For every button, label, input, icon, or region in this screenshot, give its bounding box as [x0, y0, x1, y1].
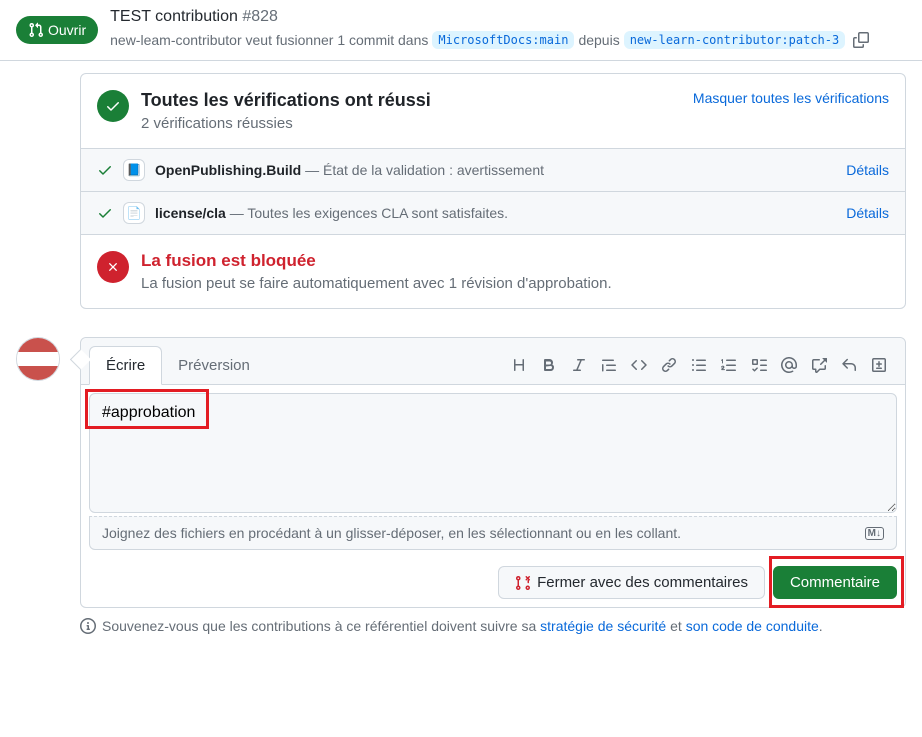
merge-blocked-desc: La fusion peut se faire automatiquement …: [141, 275, 612, 292]
merge-blocked-icon: [97, 251, 129, 283]
footer-note: Souvenez-vous que les contributions à ce…: [80, 618, 906, 634]
status-badge: Ouvrir: [16, 16, 98, 44]
code-icon[interactable]: [631, 357, 647, 373]
merge-blocked: La fusion est bloquée La fusion peut se …: [81, 234, 905, 308]
code-of-conduct-link[interactable]: son code de conduite: [686, 618, 819, 634]
comment-actions: Fermer avec des commentaires Commentaire: [81, 558, 905, 607]
avatar[interactable]: [16, 337, 60, 381]
comment-area: Écrire Préversion: [80, 337, 906, 608]
italic-icon[interactable]: [571, 357, 587, 373]
quote-icon[interactable]: [601, 357, 617, 373]
cross-reference-icon[interactable]: [811, 357, 827, 373]
merge-blocked-title: La fusion est bloquée: [141, 251, 612, 271]
pr-title: TEST contribution #828: [110, 8, 906, 26]
bold-icon[interactable]: [541, 357, 557, 373]
hide-checks-link[interactable]: Masquer toutes les vérifications: [693, 90, 889, 106]
security-policy-link[interactable]: stratégie de sécurité: [540, 618, 666, 634]
git-pull-request-icon: [28, 22, 44, 38]
check-success-icon: [97, 90, 129, 122]
git-pull-request-closed-icon: [515, 575, 531, 591]
details-link[interactable]: Détails: [846, 162, 889, 178]
base-branch[interactable]: MicrosoftDocs:main: [432, 31, 574, 49]
mention-icon[interactable]: [781, 357, 797, 373]
compare-branch[interactable]: new-learn-contributor:patch-3: [624, 31, 846, 49]
comment-textarea[interactable]: [89, 393, 897, 513]
app-icon: 📘: [123, 159, 145, 181]
app-icon: 📄: [123, 202, 145, 224]
reply-icon[interactable]: [841, 357, 857, 373]
markdown-icon[interactable]: M↓: [865, 527, 884, 540]
header-info: TEST contribution #828 new-leam-contribu…: [110, 8, 906, 52]
tasklist-icon[interactable]: [751, 357, 767, 373]
list-unordered-icon[interactable]: [691, 357, 707, 373]
checks-subtitle: 2 vérifications réussies: [141, 115, 681, 132]
comment-box: Écrire Préversion: [80, 337, 906, 608]
check-ok-icon: [97, 162, 113, 178]
comment-button[interactable]: Commentaire: [773, 566, 897, 599]
checks-header: Toutes les vérifications ont réussi 2 vé…: [81, 74, 905, 148]
tab-preview[interactable]: Préversion: [162, 347, 266, 384]
link-icon[interactable]: [661, 357, 677, 373]
close-with-comment-button[interactable]: Fermer avec des commentaires: [498, 566, 765, 599]
checks-title: Toutes les vérifications ont réussi: [141, 90, 681, 111]
heading-icon[interactable]: [511, 357, 527, 373]
pr-header: Ouvrir TEST contribution #828 new-leam-c…: [0, 0, 922, 61]
details-link[interactable]: Détails: [846, 205, 889, 221]
info-icon: [80, 618, 96, 634]
check-ok-icon: [97, 205, 113, 221]
check-item: 📄 license/cla — Toutes les exigences CLA…: [81, 191, 905, 234]
pr-subtitle: new-leam-contributor veut fusionner 1 co…: [110, 28, 906, 52]
editor-tabs: Écrire Préversion: [81, 338, 905, 385]
check-list: 📘 OpenPublishing.Build — État de la vali…: [81, 148, 905, 234]
toolbar: [511, 357, 897, 373]
copy-icon[interactable]: [849, 28, 873, 52]
checks-panel: Toutes les vérifications ont réussi 2 vé…: [80, 73, 906, 309]
check-item: 📘 OpenPublishing.Build — État de la vali…: [81, 148, 905, 191]
status-label: Ouvrir: [48, 22, 86, 38]
diff-icon[interactable]: [871, 357, 887, 373]
tab-write[interactable]: Écrire: [89, 346, 162, 385]
list-ordered-icon[interactable]: [721, 357, 737, 373]
